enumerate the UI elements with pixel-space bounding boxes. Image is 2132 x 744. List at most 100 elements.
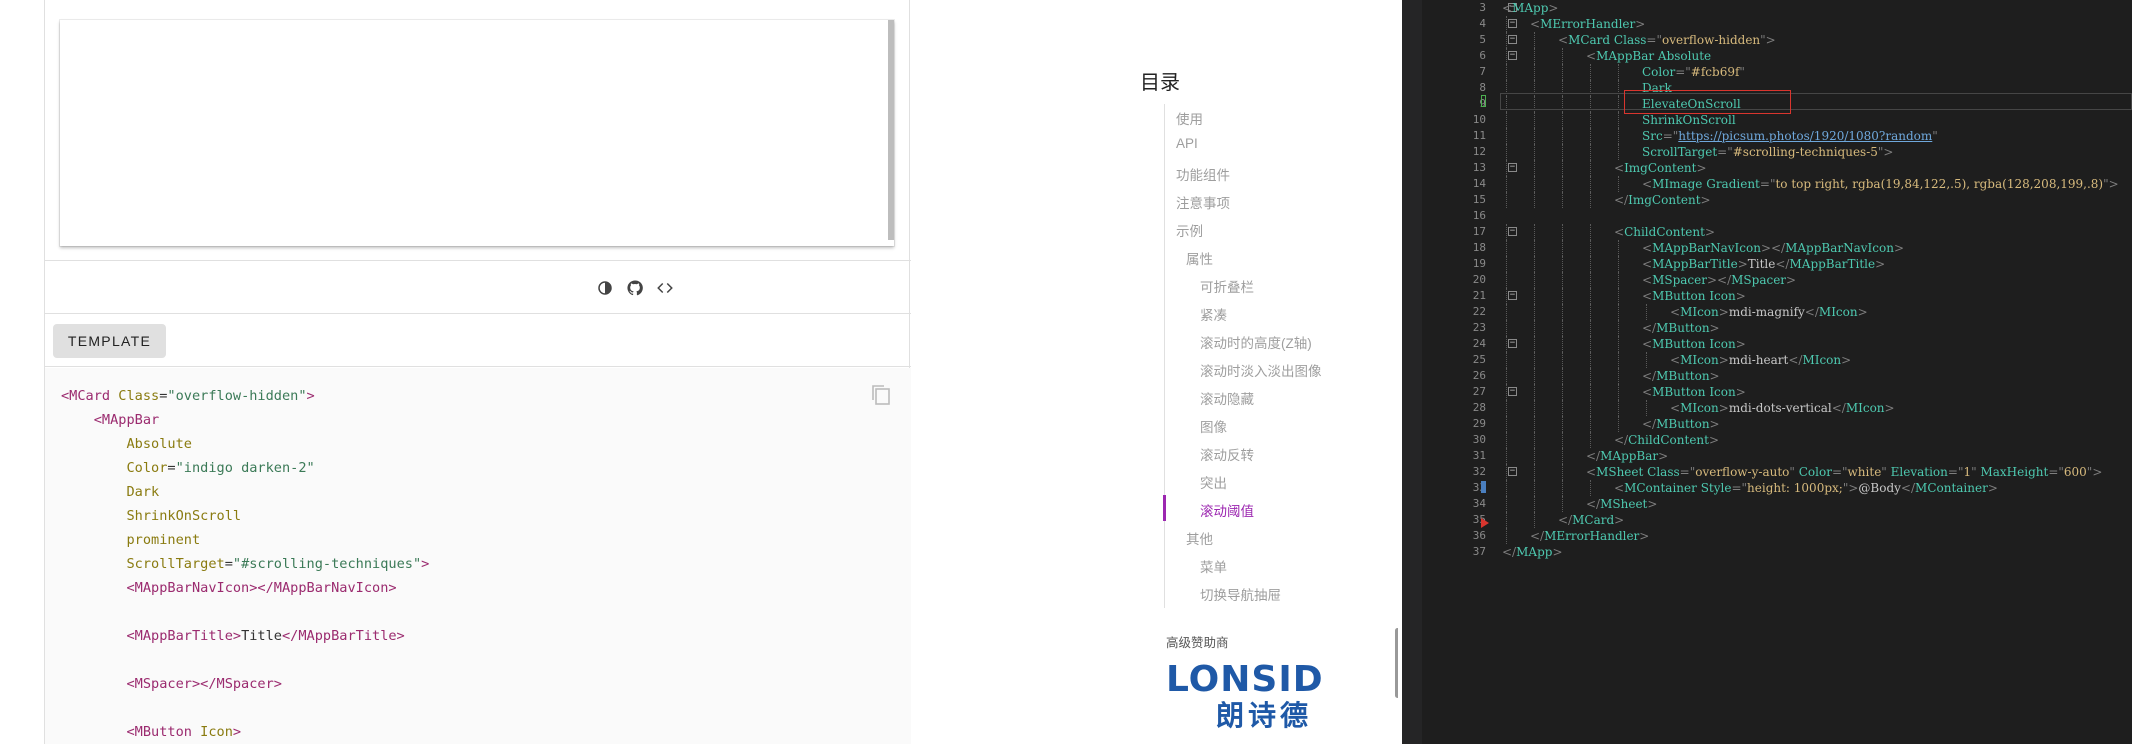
- fold-toggle-icon[interactable]: −: [1508, 291, 1517, 300]
- fold-toggle-icon[interactable]: −: [1508, 19, 1517, 28]
- code-token: prominent: [126, 532, 201, 548]
- editor-token: ></: [1760, 241, 1786, 255]
- toc-title: 目录: [1140, 72, 1180, 94]
- editor-token: MSheet: [1600, 497, 1648, 511]
- toc-item[interactable]: 紧凑: [1200, 304, 1227, 324]
- indent-guide: [1590, 144, 1591, 160]
- toc-item[interactable]: 功能组件: [1176, 164, 1230, 184]
- toc-item[interactable]: 滚动时的高度(Z轴): [1200, 332, 1312, 352]
- editor-line: </MErrorHandler>: [1530, 528, 1649, 544]
- editor-token: Icon: [1709, 289, 1736, 303]
- toc-item[interactable]: 切换导航抽屉: [1200, 584, 1281, 604]
- toc-item[interactable]: 滚动反转: [1200, 444, 1254, 464]
- toc-item[interactable]: API: [1176, 136, 1198, 151]
- fold-toggle-icon[interactable]: −: [1508, 387, 1517, 396]
- editor-line: </MAppBar>: [1586, 448, 1668, 464]
- line-number: 32: [1472, 465, 1486, 478]
- editor-token: </: [1775, 257, 1790, 271]
- fold-toggle-icon[interactable]: −: [1508, 163, 1517, 172]
- editor-token: https://picsum.photos/1920/1080?random: [1678, 129, 1933, 143]
- editor-token: MContainer: [1624, 481, 1701, 495]
- editor-token: MButton: [1652, 385, 1710, 399]
- editor-token: Absolute: [1657, 49, 1712, 63]
- line-number: 37: [1472, 545, 1486, 558]
- toc-item[interactable]: 图像: [1200, 416, 1227, 436]
- editor-line: </MButton>: [1642, 368, 1720, 384]
- editor-token: </: [1530, 529, 1545, 543]
- toc-item[interactable]: 滚动阈值: [1200, 500, 1254, 520]
- fold-toggle-icon[interactable]: −: [1508, 51, 1517, 60]
- editor-token: <: [1502, 1, 1513, 15]
- github-icon[interactable]: [623, 276, 647, 300]
- editor-token: MButton: [1656, 321, 1710, 335]
- indent-guide: [1534, 416, 1535, 432]
- code-icon[interactable]: [653, 276, 677, 300]
- toc-item[interactable]: 其他: [1186, 528, 1213, 548]
- line-number: 23: [1472, 321, 1486, 334]
- editor-token: ": [1932, 129, 1938, 143]
- example-preview-card[interactable]: [60, 20, 894, 246]
- indent-guide: [1562, 48, 1563, 64]
- editor-token: >: [1709, 369, 1720, 383]
- indent-guide: [1618, 176, 1619, 192]
- code-line: <MAppBarTitle>Title</MAppBarTitle>: [61, 624, 429, 648]
- code-token: "overflow-hidden": [167, 388, 307, 404]
- indent-guide: [1506, 496, 1507, 512]
- indent-guide: [1646, 352, 1647, 368]
- indent-guide: [1534, 256, 1535, 272]
- toc-item[interactable]: 突出: [1200, 472, 1227, 492]
- fold-toggle-icon[interactable]: −: [1508, 467, 1517, 476]
- editor-token: =": [1679, 465, 1696, 479]
- editor-token: >: [1735, 289, 1746, 303]
- editor-token: >: [1552, 545, 1563, 559]
- line-number: 11: [1472, 129, 1486, 142]
- indent-guide: [1534, 480, 1535, 496]
- sponsor-logo-text: LONSID: [1166, 659, 1324, 700]
- copy-icon[interactable]: [871, 384, 893, 406]
- editor-token: =": [1947, 465, 1964, 479]
- toc-item[interactable]: 滚动隐藏: [1200, 388, 1254, 408]
- indent-guide: [1590, 256, 1591, 272]
- toc-item[interactable]: 属性: [1186, 248, 1213, 268]
- preview-scrollbar[interactable]: [888, 20, 894, 240]
- page-scrollbar-thumb[interactable]: [1395, 628, 1398, 698]
- editor-token: Icon: [1709, 337, 1736, 351]
- toc-item[interactable]: 注意事项: [1176, 192, 1230, 212]
- indent-guide: [1506, 464, 1507, 480]
- editor-token: <: [1614, 161, 1625, 175]
- tab-template[interactable]: TEMPLATE: [53, 324, 166, 358]
- toc-item[interactable]: 滚动时淡入淡出图像: [1200, 360, 1322, 380]
- invert-colors-icon[interactable]: [593, 276, 617, 300]
- editor-token: Title: [1747, 257, 1776, 271]
- editor-token: </: [1804, 305, 1819, 319]
- editor-token: Elevation: [1890, 465, 1948, 479]
- editor-line: <MButton Icon>: [1642, 336, 1746, 352]
- line-number: 7: [1479, 65, 1486, 78]
- indent-guide: [1646, 304, 1647, 320]
- editor-token: MSpacer: [1731, 273, 1787, 287]
- code-line: <MCard Class="overflow-hidden">: [61, 384, 429, 408]
- toc-item[interactable]: 菜单: [1200, 556, 1227, 576]
- current-statement-arrow: [1481, 518, 1489, 528]
- editor-token: MAppBarNavIcon: [1785, 241, 1894, 255]
- fold-toggle-icon[interactable]: −: [1508, 35, 1517, 44]
- fold-toggle-icon[interactable]: −: [1508, 227, 1517, 236]
- editor-line: </MCard>: [1558, 512, 1624, 528]
- docs-pane: TEMPLATE <MCard Class="overflow-hidden">…: [0, 0, 1398, 744]
- fold-toggle-icon[interactable]: −: [1508, 339, 1517, 348]
- editor-token: mdi-dots-vertical: [1728, 401, 1832, 415]
- editor-token: ">: [1842, 481, 1859, 495]
- indent-guide: [1562, 320, 1563, 336]
- toc-item[interactable]: 示例: [1176, 220, 1203, 240]
- toc-item[interactable]: 使用: [1176, 108, 1203, 128]
- code-lines: <MCard Class="overflow-hidden"> <MAppBar…: [61, 384, 429, 744]
- editor-token: 600: [2063, 465, 2087, 479]
- indent-guide: [1506, 48, 1507, 64]
- sponsor-logo[interactable]: LONSID 朗诗德: [1166, 662, 1324, 734]
- code-line: ShrinkOnScroll: [61, 504, 429, 528]
- editor-token: 1: [1963, 465, 1972, 479]
- toc-item[interactable]: 可折叠栏: [1200, 276, 1254, 296]
